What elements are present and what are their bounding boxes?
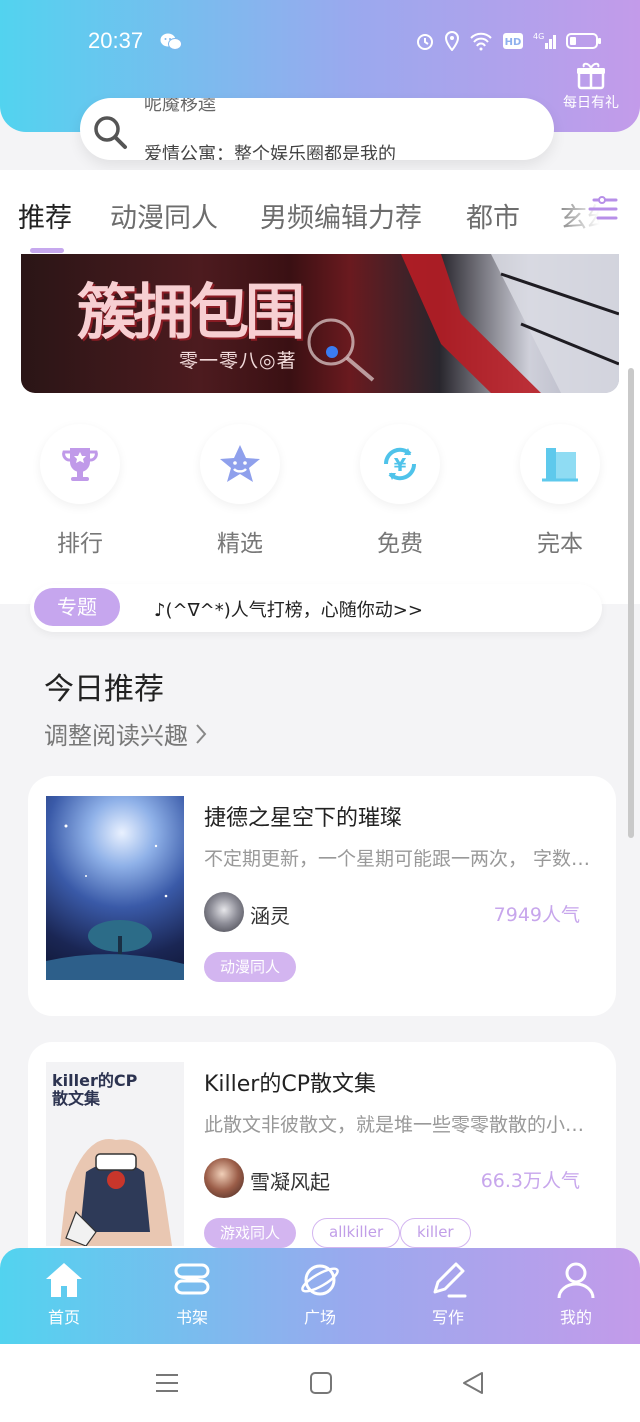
category-menu-icon[interactable] bbox=[588, 192, 622, 230]
wifi-icon bbox=[470, 32, 492, 51]
carousel-indicator bbox=[326, 346, 338, 358]
alarm-icon bbox=[417, 34, 433, 50]
pen-icon bbox=[433, 1262, 467, 1298]
nav-label: 我的 bbox=[559, 1308, 592, 1327]
book-title: 捷德之星空下的璀璨 bbox=[204, 806, 403, 831]
planet-icon bbox=[301, 1264, 339, 1296]
tab-recommend[interactable]: 推荐 bbox=[18, 196, 72, 235]
banner-title: 簇拥包围 bbox=[77, 278, 305, 348]
nav-label: 首页 bbox=[47, 1308, 80, 1327]
location-icon bbox=[444, 31, 460, 51]
bookshelf-icon bbox=[174, 1263, 210, 1295]
quick-link-label: 排行 bbox=[57, 531, 103, 557]
search-box[interactable]: 呢魇移逵 爱情公寓：整个娱乐圈都是我的 bbox=[80, 98, 554, 160]
quick-link-free[interactable]: ¥ 免费 bbox=[358, 424, 442, 558]
category-tabs: 推荐 动漫同人 男频编辑力荐 都市 玄幻 bbox=[0, 170, 640, 254]
section-title: 今日推荐 bbox=[44, 672, 164, 707]
author-avatar bbox=[204, 1158, 244, 1198]
search-hint-current: 爱情公寓：整个娱乐圈都是我的 bbox=[144, 144, 396, 160]
banner[interactable]: 簇拥包围 零一零八◎著 bbox=[21, 254, 619, 393]
book-icon bbox=[542, 448, 578, 482]
book-cover: killer的CP散文集 bbox=[46, 1062, 184, 1246]
daily-gift-button[interactable]: 每日有礼 bbox=[560, 62, 622, 112]
nav-bookshelf[interactable]: 书架 bbox=[152, 1260, 232, 1328]
tab-urban[interactable]: 都市 bbox=[466, 196, 520, 235]
nav-label: 写作 bbox=[431, 1308, 464, 1327]
quick-link-label: 完本 bbox=[537, 531, 583, 557]
home-square-icon[interactable] bbox=[308, 1370, 334, 1400]
gift-label: 每日有礼 bbox=[563, 95, 619, 111]
scrollbar[interactable] bbox=[628, 368, 634, 838]
book-tag[interactable]: killer bbox=[400, 1218, 471, 1248]
popularity-count: 66.3万人气 bbox=[480, 1170, 580, 1192]
book-description: 不定期更新，一个星期可能跟一两次， 字数不定 bbox=[204, 848, 600, 870]
topic-text: ♪(^∇^*)人气打榜，心随你动>> bbox=[154, 600, 423, 621]
svg-text:¥: ¥ bbox=[394, 455, 407, 476]
nav-profile[interactable]: 我的 bbox=[536, 1260, 616, 1328]
menu-icon[interactable] bbox=[154, 1370, 180, 1400]
status-time: 20:37 bbox=[88, 28, 144, 53]
bottom-nav: 首页 书架 广场 写作 我的 bbox=[0, 1248, 640, 1344]
user-icon bbox=[557, 1262, 595, 1299]
gift-icon bbox=[577, 62, 605, 90]
back-icon[interactable] bbox=[460, 1370, 486, 1400]
quick-link-label: 精选 bbox=[217, 531, 263, 557]
topic-bar[interactable]: 专题 ♪(^∇^*)人气打榜，心随你动>> bbox=[30, 584, 602, 632]
tab-male-editor-picks[interactable]: 男频编辑力荐 bbox=[260, 196, 422, 235]
hd-icon: HD bbox=[503, 33, 523, 49]
signal-icon: 4G bbox=[533, 32, 556, 49]
book-tag[interactable]: allkiller bbox=[312, 1218, 401, 1248]
book-description: 此散文非彼散文，就是堆一些零零散散的小段子 bbox=[204, 1114, 600, 1136]
svg-text:4G: 4G bbox=[533, 32, 544, 41]
nav-label: 广场 bbox=[303, 1308, 336, 1327]
tab-anime-fanfic[interactable]: 动漫同人 bbox=[110, 196, 218, 235]
star-icon bbox=[220, 445, 260, 482]
quick-link-completed[interactable]: 完本 bbox=[518, 424, 602, 558]
nav-label: 书架 bbox=[175, 1308, 208, 1327]
quick-link-label: 免费 bbox=[377, 531, 423, 557]
wechat-icon bbox=[160, 32, 182, 56]
author-name: 涵灵 bbox=[250, 904, 290, 928]
svg-text:HD: HD bbox=[505, 37, 522, 48]
battery-icon bbox=[566, 33, 601, 49]
search-hint-previous: 呢魇移逵 bbox=[144, 98, 216, 115]
cover-title: killer的CP散文集 bbox=[52, 1071, 138, 1108]
quick-link-ranking[interactable]: 排行 bbox=[38, 424, 122, 558]
book-tag[interactable]: 游戏同人 bbox=[204, 1218, 297, 1248]
nav-plaza[interactable]: 广场 bbox=[280, 1260, 360, 1328]
banner-author: 零一零八◎著 bbox=[179, 350, 297, 372]
active-tab-indicator bbox=[30, 248, 64, 253]
author-name: 雪凝风起 bbox=[250, 1170, 330, 1194]
yuan-refresh-icon: ¥ bbox=[383, 447, 417, 481]
nav-home[interactable]: 首页 bbox=[24, 1260, 104, 1328]
popularity-count: 7949人气 bbox=[493, 904, 580, 926]
author-avatar bbox=[204, 892, 244, 932]
trophy-icon bbox=[62, 448, 98, 481]
book-tag[interactable]: 动漫同人 bbox=[204, 952, 297, 982]
book-card[interactable]: killer的CP散文集 Killer的CP散文集 此散文非彼散文，就是堆一些零… bbox=[28, 1042, 616, 1282]
topic-badge: 专题 bbox=[34, 588, 120, 626]
book-cover bbox=[46, 796, 184, 980]
adjust-interests-label: 调整阅读兴趣 bbox=[44, 722, 188, 750]
adjust-interests-link[interactable]: 调整阅读兴趣 bbox=[44, 716, 208, 752]
quick-link-featured[interactable]: 精选 bbox=[198, 424, 282, 558]
status-bar: 20:37 HD 4G bbox=[0, 0, 640, 86]
home-icon bbox=[46, 1263, 82, 1297]
search-icon bbox=[92, 114, 128, 154]
book-title: Killer的CP散文集 bbox=[204, 1072, 376, 1097]
book-card[interactable]: 捷德之星空下的璀璨 不定期更新，一个星期可能跟一两次， 字数不定 涵灵 7949… bbox=[28, 776, 616, 1016]
nav-write[interactable]: 写作 bbox=[408, 1260, 488, 1328]
chevron-right-icon bbox=[194, 722, 208, 752]
system-nav-bar bbox=[0, 1344, 640, 1422]
